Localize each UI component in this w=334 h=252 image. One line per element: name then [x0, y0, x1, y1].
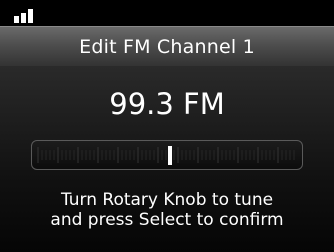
- instructions-line-2: and press Select to confirm: [50, 210, 284, 230]
- tuning-scale[interactable]: [31, 140, 303, 170]
- radio-screen: Edit FM Channel 1 99.3 FM Turn Rotary Kn…: [0, 0, 334, 252]
- signal-bars-icon: [14, 9, 38, 23]
- status-bar: [0, 0, 334, 26]
- tuner-panel: 99.3 FM Turn Rotary Knob to tune and pre…: [0, 66, 334, 252]
- tuning-needle: [168, 146, 172, 165]
- tuning-scale-ticks: [37, 147, 295, 163]
- instructions-line-1: Turn Rotary Knob to tune: [60, 190, 274, 210]
- instructions-text: Turn Rotary Knob to tune and press Selec…: [0, 190, 334, 230]
- frequency-display: 99.3 FM: [109, 87, 225, 121]
- page-title: Edit FM Channel 1: [79, 35, 255, 58]
- title-bar: Edit FM Channel 1: [0, 26, 334, 66]
